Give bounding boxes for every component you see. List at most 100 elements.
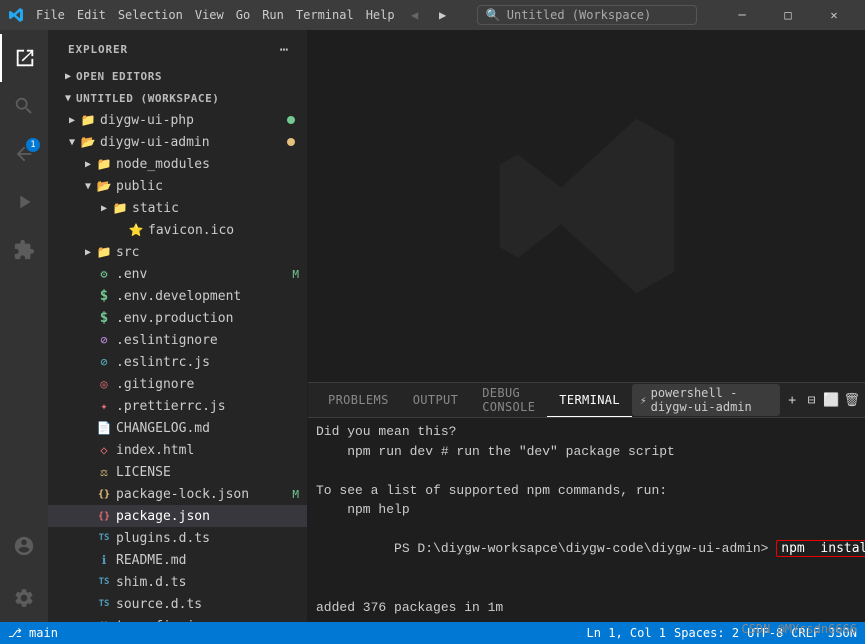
tab-output[interactable]: OUTPUT bbox=[401, 383, 471, 417]
menu-edit[interactable]: Edit bbox=[77, 8, 106, 22]
file-label: package.json bbox=[116, 509, 303, 524]
list-item[interactable]: ▶ TS source.d.ts bbox=[48, 593, 307, 615]
minimize-button[interactable]: ─ bbox=[719, 0, 765, 30]
menu-selection[interactable]: Selection bbox=[118, 8, 183, 22]
split-terminal-button[interactable]: ⊟ bbox=[804, 388, 819, 412]
nav-back-button[interactable]: ◀ bbox=[403, 3, 427, 27]
indentation[interactable]: Spaces: 2 bbox=[674, 626, 739, 640]
activity-search[interactable] bbox=[0, 82, 48, 130]
file-icon: ◇ bbox=[96, 442, 112, 458]
file-label: shim.d.ts bbox=[116, 575, 303, 590]
menu-view[interactable]: View bbox=[195, 8, 224, 22]
folder-arrow: ▼ bbox=[64, 134, 80, 150]
menu-run[interactable]: Run bbox=[262, 8, 284, 22]
open-editors-label: OPEN EDITORS bbox=[76, 70, 162, 83]
list-item[interactable]: ▼ 📂 public bbox=[48, 175, 307, 197]
terminal-instance-name: powershell - diygw-ui-admin bbox=[651, 386, 773, 414]
file-label: index.html bbox=[116, 443, 303, 458]
activity-extensions[interactable] bbox=[0, 226, 48, 274]
workspace-section[interactable]: ▼ UNTITLED (WORKSPACE) bbox=[48, 87, 307, 109]
file-label: .prettierrc.js bbox=[116, 399, 303, 414]
nav-forward-button[interactable]: ▶ bbox=[431, 3, 455, 27]
activity-settings[interactable] bbox=[0, 574, 48, 622]
terminal-instance-label: ⚡ powershell - diygw-ui-admin bbox=[632, 384, 780, 416]
search-bar[interactable]: 🔍 Untitled (Workspace) bbox=[477, 5, 697, 25]
tab-problems[interactable]: PROBLEMS bbox=[316, 383, 401, 417]
list-item[interactable]: ▶ 📁 diygw-ui-php bbox=[48, 109, 307, 131]
terminal-tabs: PROBLEMS OUTPUT DEBUG CONSOLE TERMINAL ⚡… bbox=[308, 383, 865, 418]
list-item[interactable]: ▶ ℹ README.md bbox=[48, 549, 307, 571]
git-branch[interactable]: ⎇ main bbox=[8, 626, 58, 640]
list-item[interactable]: ▶ $ .env.production bbox=[48, 307, 307, 329]
powershell-icon: ⚡ bbox=[640, 394, 647, 407]
list-item[interactable]: ▶ 📁 node_modules bbox=[48, 153, 307, 175]
activity-bar: 1 bbox=[0, 30, 48, 622]
add-terminal-button[interactable]: + bbox=[784, 388, 799, 412]
terminal-line bbox=[316, 461, 857, 481]
list-item[interactable]: ▶ 📄 CHANGELOG.md bbox=[48, 417, 307, 439]
terminal-layout-button[interactable]: ⬜ bbox=[823, 388, 839, 412]
list-item[interactable]: ▶ 📁 src bbox=[48, 241, 307, 263]
menu-terminal[interactable]: Terminal bbox=[296, 8, 354, 22]
file-label: CHANGELOG.md bbox=[116, 421, 303, 436]
tab-debug-console[interactable]: DEBUG CONSOLE bbox=[470, 383, 547, 417]
list-item[interactable]: ▶ ⊘ .eslintrc.js bbox=[48, 351, 307, 373]
titlebar-nav: ◀ ▶ bbox=[403, 3, 455, 27]
file-icon: $ bbox=[96, 288, 112, 304]
close-button[interactable]: ✕ bbox=[811, 0, 857, 30]
list-item[interactable]: ▼ 📂 diygw-ui-admin bbox=[48, 131, 307, 153]
folder-arrow: ▶ bbox=[80, 244, 96, 260]
file-label: .env.production bbox=[116, 311, 303, 326]
titlebar: File Edit Selection View Go Run Terminal… bbox=[0, 0, 865, 30]
activity-explorer[interactable] bbox=[0, 34, 48, 82]
source-control-badge: 1 bbox=[26, 138, 40, 152]
folder-arrow: ▶ bbox=[64, 112, 80, 128]
file-label: source.d.ts bbox=[116, 597, 303, 612]
maximize-button[interactable]: □ bbox=[765, 0, 811, 30]
tab-terminal[interactable]: TERMINAL bbox=[547, 383, 632, 417]
modified-badge: M bbox=[292, 268, 303, 281]
vscode-icon bbox=[8, 7, 24, 23]
sidebar-header: EXPLORER ⋯ bbox=[48, 30, 307, 65]
activity-source-control[interactable]: 1 bbox=[0, 130, 48, 178]
terminal-line: To see a list of supported npm commands,… bbox=[316, 481, 857, 501]
list-item[interactable]: ▶ ◎ .gitignore bbox=[48, 373, 307, 395]
list-item[interactable]: ▶ $ .env.development bbox=[48, 285, 307, 307]
activity-accounts[interactable] bbox=[0, 522, 48, 570]
list-item[interactable]: ▶ ⭐ favicon.ico bbox=[48, 219, 307, 241]
file-icon: 📄 bbox=[96, 420, 112, 436]
list-item[interactable]: ▶ TS shim.d.ts bbox=[48, 571, 307, 593]
highlighted-command: npm install bbox=[776, 540, 865, 557]
open-editors-arrow: ▶ bbox=[60, 68, 76, 84]
file-label: tsconfig.json bbox=[116, 619, 303, 623]
list-item[interactable]: ▶ {} package-lock.json M bbox=[48, 483, 307, 505]
list-item[interactable]: ▶ {} tsconfig.json bbox=[48, 615, 307, 622]
list-item[interactable]: ▶ ◇ index.html bbox=[48, 439, 307, 461]
menu-go[interactable]: Go bbox=[236, 8, 250, 22]
terminal-line: npm help bbox=[316, 500, 857, 520]
file-icon: ⭐ bbox=[128, 222, 144, 238]
list-item[interactable]: ▶ ⊘ .eslintignore bbox=[48, 329, 307, 351]
workspace-arrow: ▼ bbox=[60, 90, 76, 106]
file-label: src bbox=[116, 245, 303, 260]
terminal-body[interactable]: Did you mean this? npm run dev # run the… bbox=[308, 418, 865, 622]
file-icon: {} bbox=[96, 508, 112, 524]
search-text: Untitled (Workspace) bbox=[507, 8, 652, 22]
list-item[interactable]: ▶ 📁 static bbox=[48, 197, 307, 219]
list-item[interactable]: ▶ {} package.json bbox=[48, 505, 307, 527]
editor-area bbox=[308, 30, 865, 382]
list-item[interactable]: ▶ ⚖ LICENSE bbox=[48, 461, 307, 483]
list-item[interactable]: ▶ ✦ .prettierrc.js bbox=[48, 395, 307, 417]
menu-file[interactable]: File bbox=[36, 8, 65, 22]
kill-terminal-button[interactable]: 🗑 bbox=[843, 388, 860, 412]
list-item[interactable]: ▶ ⚙ .env M bbox=[48, 263, 307, 285]
open-editors-section[interactable]: ▶ OPEN EDITORS bbox=[48, 65, 307, 87]
folder-icon: 📁 bbox=[96, 244, 112, 260]
modified-dot bbox=[287, 116, 295, 124]
activity-run[interactable] bbox=[0, 178, 48, 226]
cursor-position[interactable]: Ln 1, Col 1 bbox=[587, 626, 666, 640]
new-file-button[interactable]: ⋯ bbox=[273, 39, 295, 61]
modified-dot bbox=[287, 138, 295, 146]
menu-help[interactable]: Help bbox=[366, 8, 395, 22]
list-item[interactable]: ▶ TS plugins.d.ts bbox=[48, 527, 307, 549]
